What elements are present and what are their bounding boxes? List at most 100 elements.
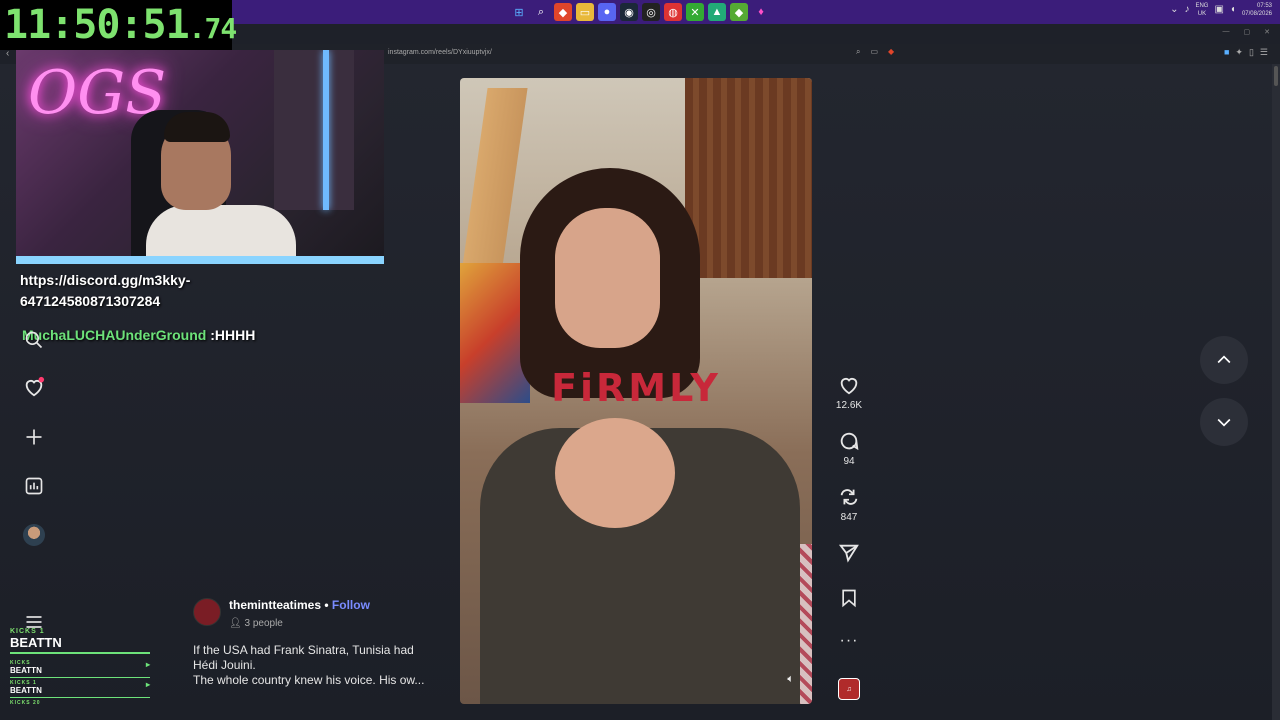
discord-line-1: https://discord.gg/m3kky- (20, 272, 191, 288)
caption-line-1: If the USA had Frank Sinatra, Tunisia ha… (193, 643, 414, 657)
streamer-hair (164, 112, 230, 142)
repost-icon (840, 489, 858, 505)
extension-icon[interactable]: ■ (1224, 47, 1229, 58)
discord-icon[interactable]: ● (598, 3, 616, 21)
follow-button[interactable]: Follow (332, 598, 370, 612)
chrome-icon[interactable]: ◍ (664, 3, 682, 21)
kicks-footer: KICKS 20 (10, 700, 41, 706)
lang-top: ENG (1195, 3, 1209, 9)
chat-username: MuchaLUCHAUnderGround (22, 327, 207, 343)
network-icon[interactable]: ▣ (1214, 5, 1223, 15)
person-icon: 👤︎ (229, 618, 245, 629)
kicks-leaderboard: KICKS 1 BEATTN KICKS BEATTN ▸ KICKS 1 BEATT… (10, 628, 150, 706)
puzzle-icon[interactable]: ✦ (1235, 47, 1243, 58)
kicks-row-name: BEATTN (10, 666, 42, 675)
previous-reel-button[interactable] (1200, 336, 1248, 384)
notifications-heart-icon[interactable] (22, 375, 46, 399)
brave-shield-icon[interactable]: ◆ (888, 47, 894, 57)
timer-main: 11:50:51 (4, 2, 190, 48)
language-indicator[interactable]: ENG UK (1195, 2, 1208, 18)
minecraft-icon[interactable]: ◆ (730, 3, 748, 21)
chevron-down-icon (1217, 418, 1231, 427)
repost-action[interactable]: 847 (829, 486, 869, 523)
windows-start-icon[interactable]: ⊞ (510, 3, 528, 21)
microphone-icon[interactable]: ♪ (1184, 5, 1189, 15)
like-action[interactable]: 12.6K (829, 374, 869, 411)
scroll-thumb[interactable] (1274, 66, 1278, 86)
clock-date: 07/08/2026 (1241, 11, 1272, 17)
brave-browser-icon[interactable]: ◆ (554, 3, 572, 21)
volume-icon[interactable]: ◖ (1230, 5, 1236, 15)
woman-face (555, 208, 660, 348)
repost-count: 847 (840, 512, 858, 523)
chat-text: :HHHH (206, 327, 256, 343)
system-tray: ⌄ ♪ ENG UK ▣ ◖ 07:53 07/08/2026 (1170, 2, 1272, 18)
author-username[interactable]: themintteatimes (229, 598, 321, 612)
webcam-overlay: OGS (16, 50, 384, 264)
lang-bottom: UK (1197, 11, 1207, 17)
tagged-people[interactable]: 👤︎ 3 people (229, 618, 370, 629)
heart-icon (840, 378, 858, 395)
pin-app-icon[interactable]: ♦ (752, 3, 770, 21)
taskbar-apps: ⊞ ⌕ ◆ ▭ ● ◉ ◎ ◍ ✕ ▲ ◆ ♦ (510, 3, 770, 21)
comment-action[interactable]: 94 (829, 430, 869, 467)
play-icon: ▸ (145, 660, 150, 669)
bookmark-icon (842, 589, 856, 608)
author-avatar[interactable] (193, 598, 221, 626)
search-icon[interactable] (22, 328, 46, 352)
chevron-up-icon[interactable]: ⌄ (1170, 5, 1178, 15)
author-line: themintteatimes • Follow (229, 598, 370, 612)
profile-avatar[interactable] (23, 524, 45, 546)
caption-line-2: Hédi Jouini. (193, 658, 256, 672)
minimize-icon[interactable]: — (1223, 28, 1230, 36)
share-action[interactable] (829, 542, 869, 564)
xbox-icon[interactable]: ✕ (686, 3, 704, 21)
menu-icon[interactable]: ☰ (1260, 47, 1268, 58)
kicks-row: KICKS 1 BEATTN ▸ (10, 678, 150, 698)
caption-line-3: The whole country knew his voice. His ow… (193, 673, 425, 687)
led-light (323, 50, 329, 210)
clock-time: 07:53 (1256, 3, 1272, 9)
comment-icon (840, 432, 859, 451)
sound-toggle-icon[interactable]: 🔈︎ (787, 673, 794, 686)
send-icon (838, 544, 859, 563)
close-icon[interactable]: ✕ (1264, 28, 1270, 36)
address-bar-icons: ⌕ ▭ ◆ (856, 47, 894, 57)
wood-panel-wall (685, 78, 812, 278)
discord-line-2: 647124580871307284 (20, 293, 161, 309)
obs-icon[interactable]: ◎ (642, 3, 660, 21)
separator-dot: • (321, 598, 332, 612)
reader-mode-icon[interactable]: ▭ (870, 47, 878, 57)
woman-hand (555, 418, 675, 528)
game-launcher-icon[interactable]: ▲ (708, 3, 726, 21)
save-action[interactable] (829, 588, 869, 608)
post-caption[interactable]: If the USA had Frank Sinatra, Tunisia ha… (193, 643, 443, 688)
play-icon: ▸ (145, 680, 150, 689)
clock[interactable]: 07:53 07/08/2026 (1242, 2, 1272, 18)
kicks-label: KICKS 1 (10, 628, 45, 635)
dashboard-chart-icon[interactable] (22, 474, 46, 498)
next-reel-button[interactable] (1200, 398, 1248, 446)
background-shelf (274, 50, 354, 210)
kicks-row: KICKS BEATTN ▸ (10, 658, 150, 678)
chat-message: MuchaLUCHAUnderGround :HHHH (22, 327, 255, 343)
audio-thumbnail[interactable]: ♫ (838, 678, 860, 700)
post-author: themintteatimes • Follow 👤︎ 3 people (193, 598, 370, 629)
create-plus-icon[interactable] (22, 425, 46, 449)
speedrun-timer: 11:50:51.74 (0, 0, 237, 50)
chevron-up-icon (1217, 355, 1231, 364)
sidebar-toggle-icon[interactable]: ▯ (1249, 47, 1254, 58)
streamer-shirt (146, 205, 296, 256)
file-explorer-icon[interactable]: ▭ (576, 3, 594, 21)
more-options-icon[interactable]: ··· (829, 632, 869, 650)
zoom-icon[interactable]: ⌕ (856, 47, 860, 57)
window-controls: — ▢ ✕ (1223, 28, 1271, 36)
url-field[interactable]: instagram.com/reels/DYxiuuptvjx/ (388, 49, 492, 56)
kicks-row-name: BEATTN (10, 686, 42, 695)
like-count: 12.6K (835, 400, 863, 411)
steam-icon[interactable]: ◉ (620, 3, 638, 21)
search-icon[interactable]: ⌕ (532, 3, 550, 21)
maximize-icon[interactable]: ▢ (1244, 28, 1251, 36)
page-scrollbar[interactable] (1272, 64, 1280, 720)
reel-video[interactable]: FiRMLY 🔈︎ (460, 78, 812, 704)
